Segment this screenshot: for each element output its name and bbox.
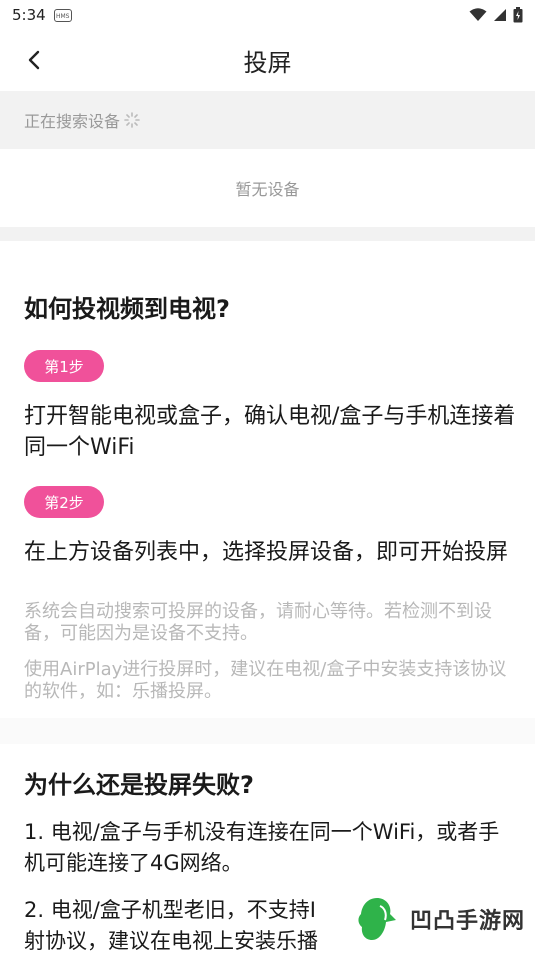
- status-bar: 5:34 HMS: [0, 0, 535, 30]
- page-title: 投屏: [243, 48, 292, 77]
- site-watermark: 凹凸手游网: [338, 886, 535, 951]
- howto-title: 如何投视频到电视?: [24, 295, 230, 323]
- battery-icon: [513, 7, 523, 23]
- signal-icon: [494, 9, 506, 21]
- step2-badge: 第2步: [24, 486, 104, 518]
- watermark-text: 凹凸手游网: [410, 908, 526, 934]
- wifi-icon: [469, 8, 487, 21]
- empty-device-text: 暂无设备: [235, 180, 300, 199]
- howto-note-2: 使用AirPlay进行投屏时，建议在电视/盒子中安装支持该协议的软件，如：乐播投…: [24, 659, 507, 702]
- hms-icon: HMS: [53, 8, 72, 22]
- search-status-text: 正在搜索设备: [24, 112, 121, 131]
- watermark-logo-icon: [358, 897, 396, 940]
- header-bar: 投屏: [0, 30, 535, 90]
- section-separator: [0, 718, 535, 744]
- chevron-left-icon: [28, 50, 40, 70]
- step2-text: 在上方设备列表中，选择投屏设备，即可开始投屏: [24, 540, 509, 565]
- loading-spinner-icon: [124, 112, 140, 128]
- section-divider: [0, 227, 535, 241]
- step1-badge: 第1步: [24, 350, 104, 382]
- device-list-empty: 暂无设备: [0, 149, 535, 227]
- status-time: 5:34: [12, 6, 46, 24]
- back-button[interactable]: [18, 44, 50, 76]
- howto-note-1: 系统会自动搜索可投屏的设备，请耐心等待。若检测不到设备，可能因为是设备不支持。: [24, 601, 492, 644]
- failure-title: 为什么还是投屏失败?: [24, 771, 254, 799]
- step1-text: 打开智能电视或盒子，确认电视/盒子与手机连接着同一个WiFi: [24, 404, 516, 460]
- failure-item-1: 1. 电视/盒子与手机没有连接在同一个WiFi，或者手机可能连接了4G网络。: [24, 820, 500, 875]
- search-status-bar: 正在搜索设备: [0, 91, 535, 149]
